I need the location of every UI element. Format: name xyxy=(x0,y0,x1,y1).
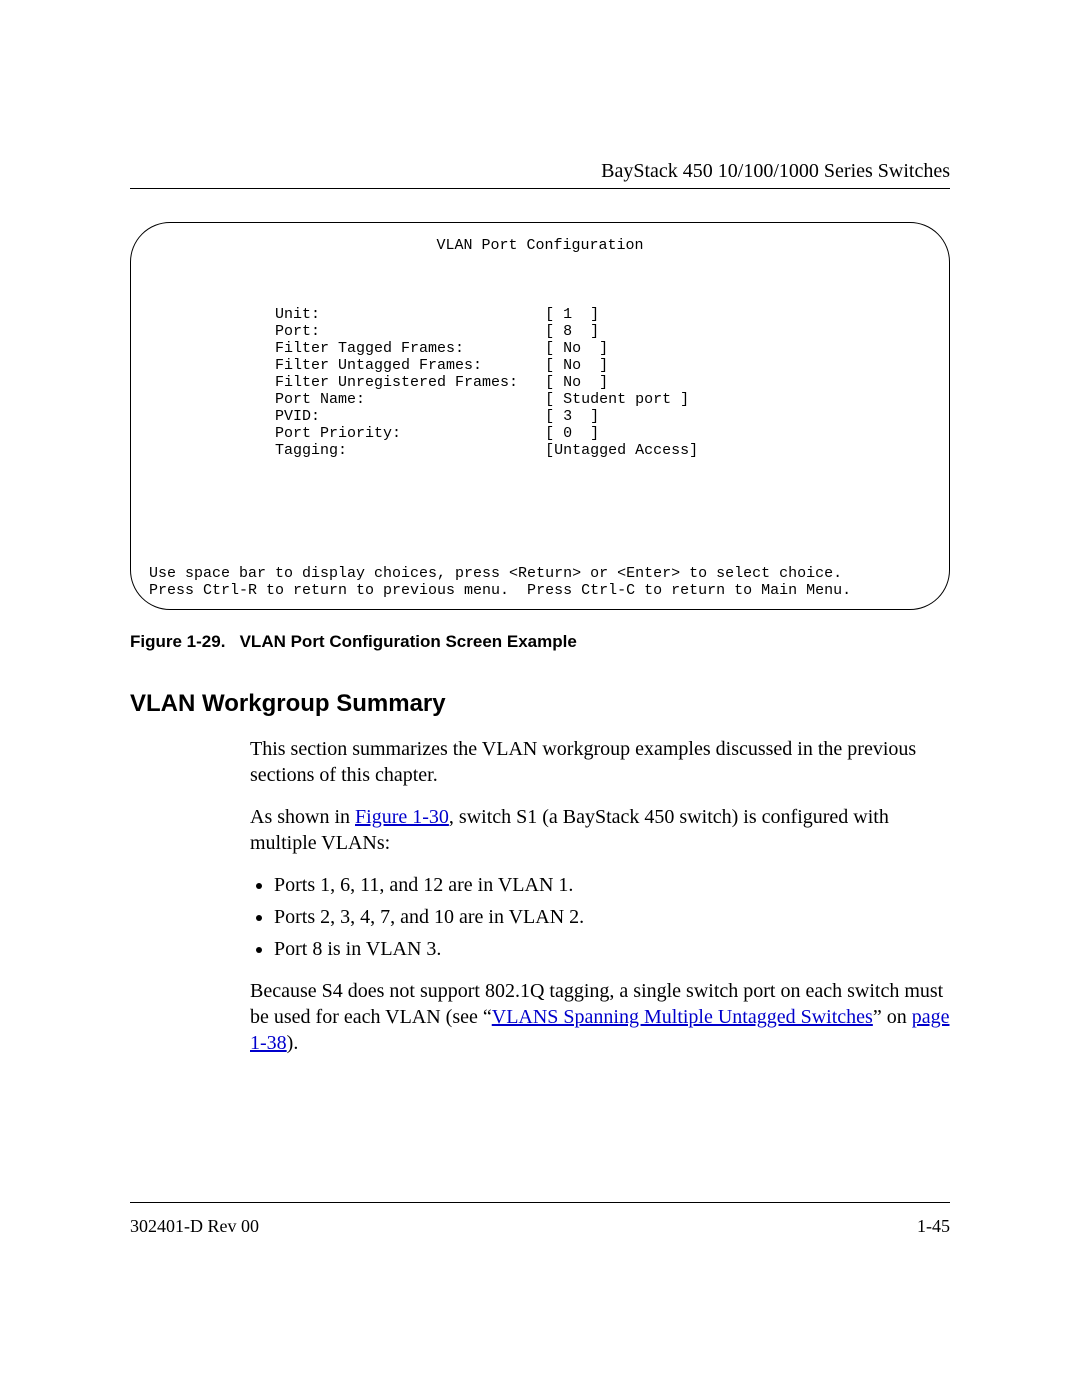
screen-help2: Press Ctrl-R to return to previous menu.… xyxy=(149,582,931,599)
para-2: As shown in Figure 1-30, switch S1 (a Ba… xyxy=(250,804,950,856)
screen-title: VLAN Port Configuration xyxy=(149,237,931,254)
page: BayStack 450 10/100/1000 Series Switches… xyxy=(0,0,1080,1397)
bullet-list: Ports 1, 6, 11, and 12 are in VLAN 1. Por… xyxy=(250,872,950,962)
body-text: This section summarizes the VLAN workgro… xyxy=(250,736,950,1072)
figure-1-30-link[interactable]: Figure 1-30 xyxy=(355,806,449,828)
screen-fields: Unit: [ 1 ] Port: [ 8 ] Filter Tagged Fr… xyxy=(149,289,931,459)
figure-label: Figure 1-29. xyxy=(130,632,225,651)
vlans-spanning-link[interactable]: VLANS Spanning Multiple Untagged Switche… xyxy=(492,1006,873,1028)
page-number: 1-45 xyxy=(917,1216,950,1237)
bullet-item: Ports 1, 6, 11, and 12 are in VLAN 1. xyxy=(274,872,950,898)
para-3b: ” on xyxy=(873,1006,912,1028)
bullet-item: Port 8 is in VLAN 3. xyxy=(274,936,950,962)
terminal-screenshot: VLAN Port Configuration Unit: [ 1 ] Port… xyxy=(130,222,950,610)
para-3c: ). xyxy=(287,1032,299,1054)
para-3: Because S4 does not support 802.1Q taggi… xyxy=(250,978,950,1056)
doc-id: 302401-D Rev 00 xyxy=(130,1216,259,1236)
figure-text: VLAN Port Configuration Screen Example xyxy=(240,632,577,651)
footer-rule xyxy=(130,1202,950,1203)
running-header: BayStack 450 10/100/1000 Series Switches xyxy=(130,160,950,183)
figure-caption: Figure 1-29. VLAN Port Configuration Scr… xyxy=(130,632,950,652)
bullet-item: Ports 2, 3, 4, 7, and 10 are in VLAN 2. xyxy=(274,904,950,930)
section-heading: VLAN Workgroup Summary xyxy=(130,690,446,718)
para-1: This section summarizes the VLAN workgro… xyxy=(250,736,950,788)
para-2a: As shown in xyxy=(250,806,355,828)
page-footer: 302401-D Rev 00 1-45 xyxy=(130,1216,950,1237)
screen-help1: Use space bar to display choices, press … xyxy=(149,565,931,582)
header-rule xyxy=(130,188,950,189)
